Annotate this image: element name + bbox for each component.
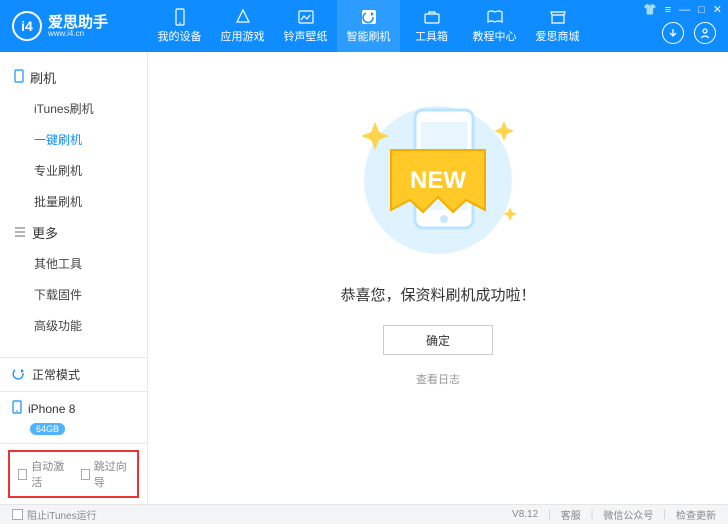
nav-label: 工具箱 bbox=[415, 28, 448, 44]
menu-icon[interactable]: ≡ bbox=[665, 4, 671, 16]
phone-small-icon bbox=[14, 69, 24, 86]
list-icon bbox=[14, 225, 26, 240]
device-name: iPhone 8 bbox=[28, 402, 75, 416]
version-label: V8.12 bbox=[512, 509, 538, 520]
nav-apps[interactable]: 应用游戏 bbox=[211, 0, 274, 52]
book-icon bbox=[486, 8, 504, 26]
store-icon bbox=[549, 8, 567, 26]
toolbox-icon bbox=[423, 8, 441, 26]
chk-label: 阻止iTunes运行 bbox=[27, 507, 97, 522]
nav-label: 应用游戏 bbox=[221, 28, 265, 44]
sidebar-item-batch-flash[interactable]: 批量刷机 bbox=[0, 186, 147, 217]
user-button[interactable] bbox=[694, 22, 716, 44]
sidebar-section-flash[interactable]: 刷机 bbox=[0, 62, 147, 93]
sidebar-item-oneclick-flash[interactable]: 一键刷机 bbox=[0, 124, 147, 155]
nav-my-device[interactable]: 我的设备 bbox=[148, 0, 211, 52]
nav-toolbox[interactable]: 工具箱 bbox=[400, 0, 463, 52]
device-panel[interactable]: iPhone 8 64GB bbox=[0, 391, 147, 443]
wechat-link[interactable]: 微信公众号 bbox=[603, 507, 653, 522]
auto-activate-checkbox[interactable]: 自动激活 bbox=[18, 458, 67, 490]
sidebar-section-more[interactable]: 更多 bbox=[0, 217, 147, 248]
phone-icon bbox=[171, 8, 189, 26]
status-bar: 阻止iTunes运行 V8.12 | 客服 | 微信公众号 | 检查更新 bbox=[0, 504, 728, 524]
success-illustration: NEW bbox=[333, 92, 543, 260]
minimize-icon[interactable]: — bbox=[679, 4, 690, 16]
section-title: 更多 bbox=[32, 223, 58, 242]
window-controls: 👕 ≡ — □ ✕ bbox=[643, 3, 722, 16]
flash-icon bbox=[360, 8, 378, 26]
nav-label: 爱思商城 bbox=[536, 28, 580, 44]
sidebar-item-download-fw[interactable]: 下载固件 bbox=[0, 279, 147, 310]
view-log-link[interactable]: 查看日志 bbox=[416, 371, 460, 387]
chk-label: 跳过向导 bbox=[94, 458, 129, 490]
chk-label: 自动激活 bbox=[31, 458, 66, 490]
support-link[interactable]: 客服 bbox=[561, 507, 581, 522]
nav-store[interactable]: 爱思商城 bbox=[526, 0, 589, 52]
shirt-icon[interactable]: 👕 bbox=[643, 3, 657, 16]
sidebar-item-advanced[interactable]: 高级功能 bbox=[0, 310, 147, 341]
app-header: i4 爱思助手 www.i4.cn 我的设备 应用游戏 铃声壁纸 智能刷机 工具… bbox=[0, 0, 728, 52]
nav-label: 智能刷机 bbox=[347, 28, 391, 44]
mode-label: 正常模式 bbox=[32, 366, 80, 383]
device-mode[interactable]: 正常模式 bbox=[0, 357, 147, 391]
device-icon bbox=[12, 400, 22, 417]
block-itunes-checkbox[interactable]: 阻止iTunes运行 bbox=[12, 507, 97, 522]
sidebar-item-pro-flash[interactable]: 专业刷机 bbox=[0, 155, 147, 186]
wallpaper-icon bbox=[297, 8, 315, 26]
nav-label: 铃声壁纸 bbox=[284, 28, 328, 44]
skip-wizard-checkbox[interactable]: 跳过向导 bbox=[81, 458, 130, 490]
main-content: NEW 恭喜您，保资料刷机成功啦！ 确定 查看日志 bbox=[148, 52, 728, 504]
section-title: 刷机 bbox=[30, 68, 56, 87]
nav-label: 我的设备 bbox=[158, 28, 202, 44]
logo: i4 爱思助手 www.i4.cn bbox=[0, 11, 148, 41]
nav-ringtones[interactable]: 铃声壁纸 bbox=[274, 0, 337, 52]
sidebar: 刷机 iTunes刷机 一键刷机 专业刷机 批量刷机 更多 其他工具 下载固件 … bbox=[0, 52, 148, 504]
top-nav: 我的设备 应用游戏 铃声壁纸 智能刷机 工具箱 教程中心 爱思商城 bbox=[148, 0, 589, 52]
logo-mark: i4 bbox=[12, 11, 42, 41]
storage-badge: 64GB bbox=[30, 423, 65, 435]
close-icon[interactable]: ✕ bbox=[713, 3, 722, 16]
nav-label: 教程中心 bbox=[473, 28, 517, 44]
maximize-icon[interactable]: □ bbox=[698, 4, 705, 16]
nav-tutorials[interactable]: 教程中心 bbox=[463, 0, 526, 52]
success-message: 恭喜您，保资料刷机成功啦！ bbox=[340, 284, 535, 305]
download-button[interactable] bbox=[662, 22, 684, 44]
logo-url: www.i4.cn bbox=[48, 30, 108, 38]
nav-flash[interactable]: 智能刷机 bbox=[337, 0, 400, 52]
ok-button[interactable]: 确定 bbox=[383, 325, 493, 355]
update-link[interactable]: 检查更新 bbox=[676, 507, 716, 522]
bottom-options: 自动激活 跳过向导 bbox=[0, 443, 147, 504]
refresh-icon bbox=[12, 366, 26, 383]
sidebar-item-itunes-flash[interactable]: iTunes刷机 bbox=[0, 93, 147, 124]
apps-icon bbox=[234, 8, 252, 26]
sidebar-item-other-tools[interactable]: 其他工具 bbox=[0, 248, 147, 279]
logo-title: 爱思助手 bbox=[48, 15, 108, 30]
svg-text:NEW: NEW bbox=[410, 167, 466, 194]
